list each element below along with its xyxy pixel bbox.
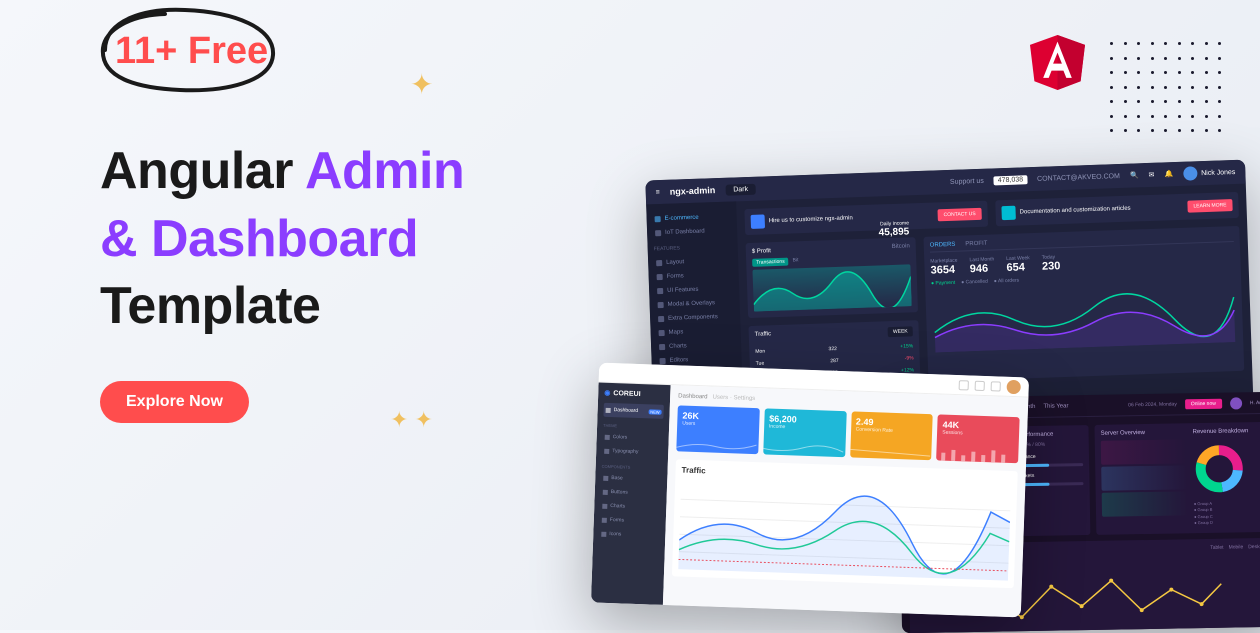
coreui-brand: ◉COREUI [604,389,664,399]
server-overview-panel: Server Overview Revenue Breakdown [1094,422,1260,535]
date-label: 06 Feb 2024, Monday [1128,401,1177,408]
star-count: 478,038 [994,175,1028,185]
contact-email: CONTACT@AKVEO.COM [1037,172,1120,182]
doc-icon [751,214,765,228]
sidebar-dashboard: DashboardNEW [603,403,663,419]
stat-tile: $6,200Income [763,408,846,457]
core-main: Dashboard Users · Settings 26KUsers $6,2… [663,385,1028,617]
revenue-donut [1193,442,1246,495]
title-part2: Admin [305,142,464,200]
headline-block: 11+ Free ✦ Angular Admin & Dashboard Tem… [100,20,640,423]
main-title: Angular Admin & Dashboard Template [100,138,640,341]
mail-icon [991,381,1001,391]
angular-logo [1030,35,1085,93]
dashboard-mockups: ≡ ngx-admin Dark Support us 478,038 CONT… [560,170,1260,630]
mini-chart [1101,439,1187,464]
traffic-chart [678,481,1011,582]
learn-button: LEARN MORE [1187,199,1232,213]
support-label: Support us [950,177,984,185]
core-sidebar: ◉COREUI DashboardNEW THEME Colors Typogr… [591,383,671,605]
stat-tile: 26KUsers [676,405,759,454]
stat-tile: 44KSessions [936,414,1019,463]
list-icon [975,380,985,390]
sidebar-iot: IoT Dashboard [653,224,731,241]
wave-chart [931,282,1237,353]
sidebar-item: Icons [599,527,659,543]
sidebar-item: Typography [602,444,662,460]
user-profile: Nick Jones [1183,165,1236,181]
orders-panel: ORDERSPROFIT Marketplace3654 Last Month9… [923,226,1244,382]
promo-hire: Hire us to customize ngx-admin CONTACT U… [744,201,988,235]
profit-panel: $ ProfitBitcoin TransactionsBit Daily In… [746,237,919,318]
badge-wrap: 11+ Free ✦ [100,20,283,83]
promo-docs: Documentation and customization articles… [995,192,1239,226]
area-chart [752,264,911,311]
decorative-dot-grid [1110,42,1230,142]
mini-chart [1102,491,1188,516]
ngx-brand: ngx-admin [670,185,716,197]
title-part1: Angular [100,142,305,200]
stat-tile: 2.49Conversion Rate [850,411,933,460]
avatar [1183,166,1197,180]
explore-now-button[interactable]: Explore Now [100,381,249,423]
bell-icon [959,380,969,390]
sparkle-icon: ✦ ✦ [390,407,433,433]
theme-selector: Dark [725,183,756,195]
features-label: FEATURES [654,244,732,253]
avatar [1230,397,1242,409]
hand-drawn-circle [75,0,290,100]
title-part3: & Dashboard [100,210,418,268]
coreui-mockup: ◉COREUI DashboardNEW THEME Colors Typogr… [591,363,1029,618]
traffic-panel: Traffic [672,459,1018,588]
avatar [1006,379,1020,393]
search-icon: 🔍 [1130,171,1139,179]
contact-button: CONTACT US [937,208,981,222]
status-badge: Online now [1185,398,1222,409]
mini-chart [1101,465,1187,490]
sparkle-icon: ✦ [410,68,433,101]
bell-icon: 🔔 [1164,170,1173,178]
doc-icon [1001,206,1015,220]
hamburger-icon: ≡ [656,189,660,196]
title-part4: Template [100,277,320,335]
mail-icon: ✉ [1148,171,1154,179]
